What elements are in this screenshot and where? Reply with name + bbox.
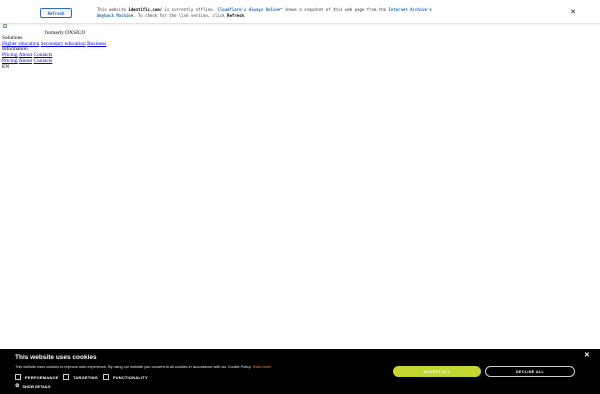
- functionality-checkbox[interactable]: [103, 374, 109, 380]
- cookie-option-targeting[interactable]: TARGETING: [63, 374, 98, 380]
- targeting-checkbox[interactable]: [63, 374, 69, 380]
- nav-link-secondary-education[interactable]: Secondary education: [41, 41, 86, 47]
- nav-link-pricing[interactable]: Pricing: [2, 58, 18, 64]
- accept-all-button[interactable]: ACCEPT ALL: [393, 366, 481, 377]
- cookie-option-performance[interactable]: PERFORMANCE: [15, 374, 59, 380]
- msg-part: This website: [97, 7, 129, 12]
- msg-part: . To check for the live version, click: [133, 13, 228, 18]
- msg-part: shows a snapshot of this web page from t…: [282, 7, 389, 12]
- nav-link-contacts[interactable]: Contacts: [33, 58, 52, 64]
- decline-all-button[interactable]: DECLINE ALL: [485, 366, 575, 377]
- offline-message: This website identific.com/ is currently…: [97, 7, 437, 19]
- cookie-title: This website uses cookies: [15, 354, 97, 361]
- broken-logo-image[interactable]: [3, 24, 7, 28]
- cloudflare-offline-banner: Refresh This website identific.com/ is c…: [0, 0, 600, 24]
- show-details-label: SHOW DETAILS: [22, 384, 51, 389]
- cookie-banner: This website uses cookies ✕ This website…: [0, 349, 600, 394]
- checkbox-label: FUNCTIONALITY: [113, 374, 148, 380]
- close-icon[interactable]: ✕: [584, 351, 590, 359]
- logo-row: formerly OXSICO: [2, 24, 302, 36]
- checkbox-label: TARGETING: [73, 374, 99, 380]
- nav-link-about[interactable]: About: [19, 58, 32, 64]
- msg-part: is currently offline.: [162, 7, 218, 12]
- show-details-toggle[interactable]: ⚙ SHOW DETAILS: [15, 384, 50, 389]
- performance-checkbox[interactable]: [15, 374, 21, 380]
- language-selector[interactable]: EN: [2, 64, 302, 71]
- nav-link-business[interactable]: Business: [87, 41, 106, 47]
- gear-icon: ⚙: [15, 383, 20, 389]
- cookie-text: This website uses cookies to improve use…: [15, 365, 253, 369]
- offline-domain: identific.com/: [128, 7, 163, 12]
- page-content: formerly OXSICO Solutions Higher educati…: [2, 24, 302, 70]
- refresh-button[interactable]: Refresh: [40, 8, 72, 18]
- formerly-text: formerly OXSICO: [45, 30, 86, 36]
- cookie-description: This website uses cookies to improve use…: [15, 365, 271, 369]
- msg-part: .: [243, 13, 247, 18]
- always-online-link[interactable]: Cloudflare's Always Online™: [217, 7, 282, 12]
- read-more-link[interactable]: Read more: [253, 365, 272, 369]
- close-icon[interactable]: ✕: [568, 7, 578, 17]
- cookie-option-functionality[interactable]: FUNCTIONALITY: [103, 374, 148, 380]
- checkbox-label: PERFORMANCE: [25, 374, 59, 380]
- refresh-word: Refresh: [227, 13, 244, 18]
